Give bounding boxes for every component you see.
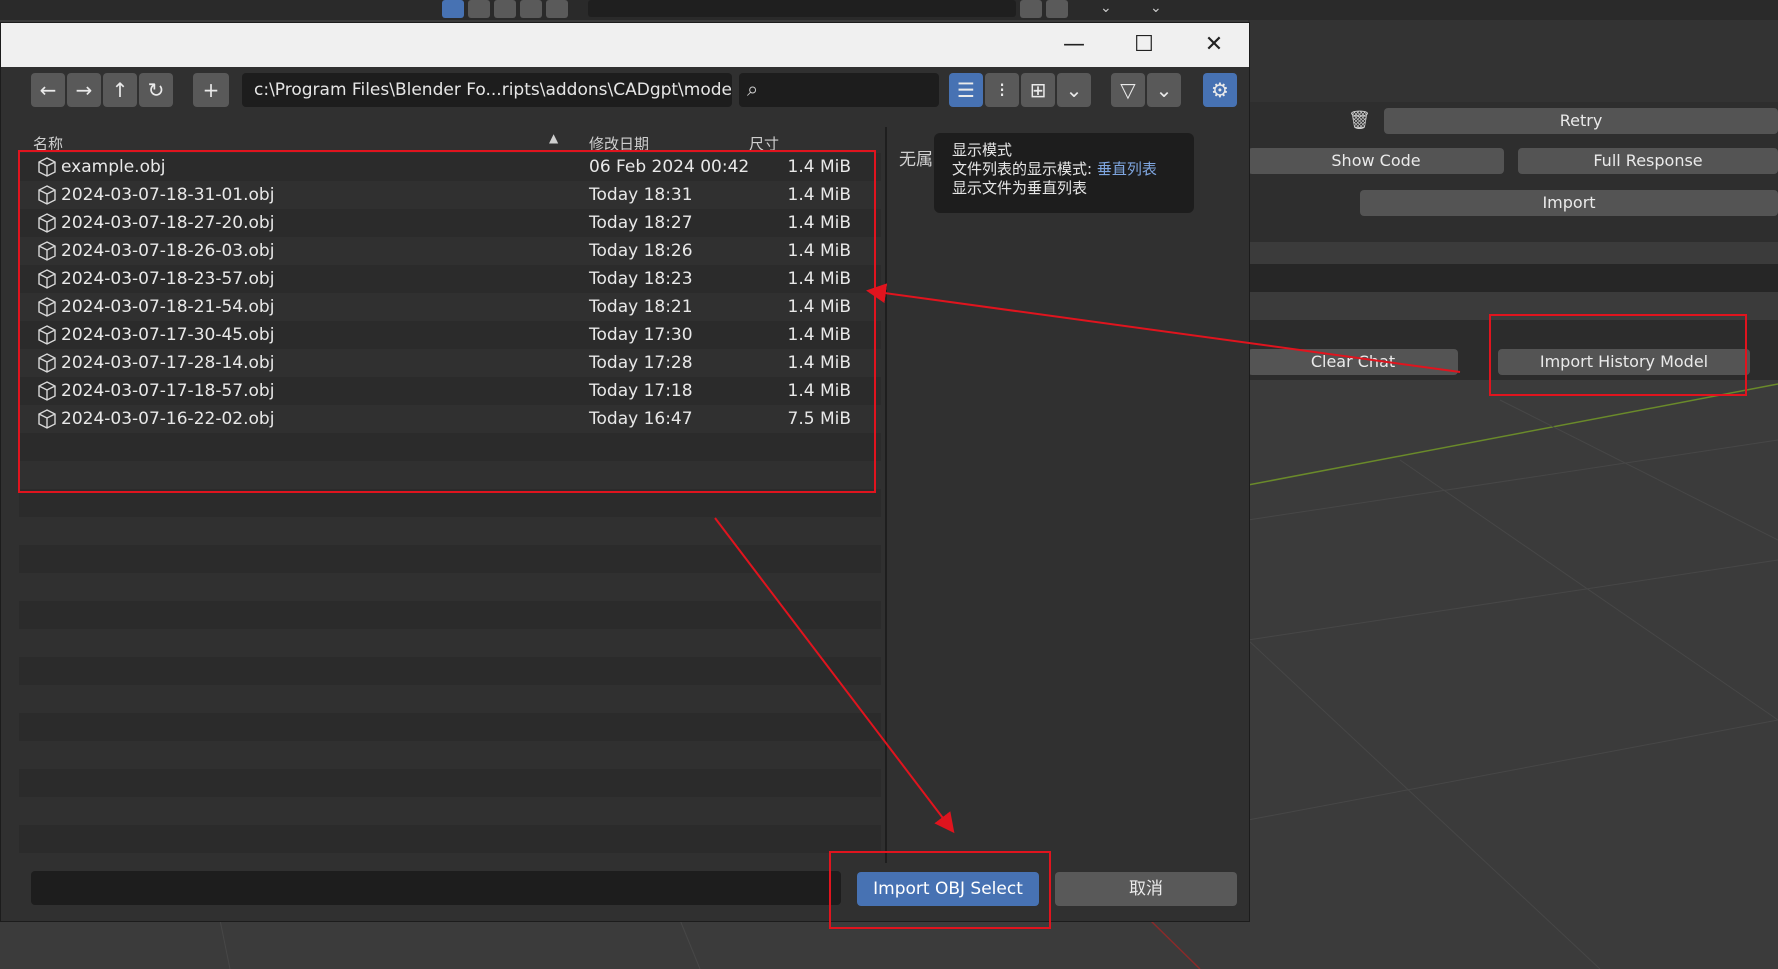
annotation-arrows — [714, 283, 1461, 834]
